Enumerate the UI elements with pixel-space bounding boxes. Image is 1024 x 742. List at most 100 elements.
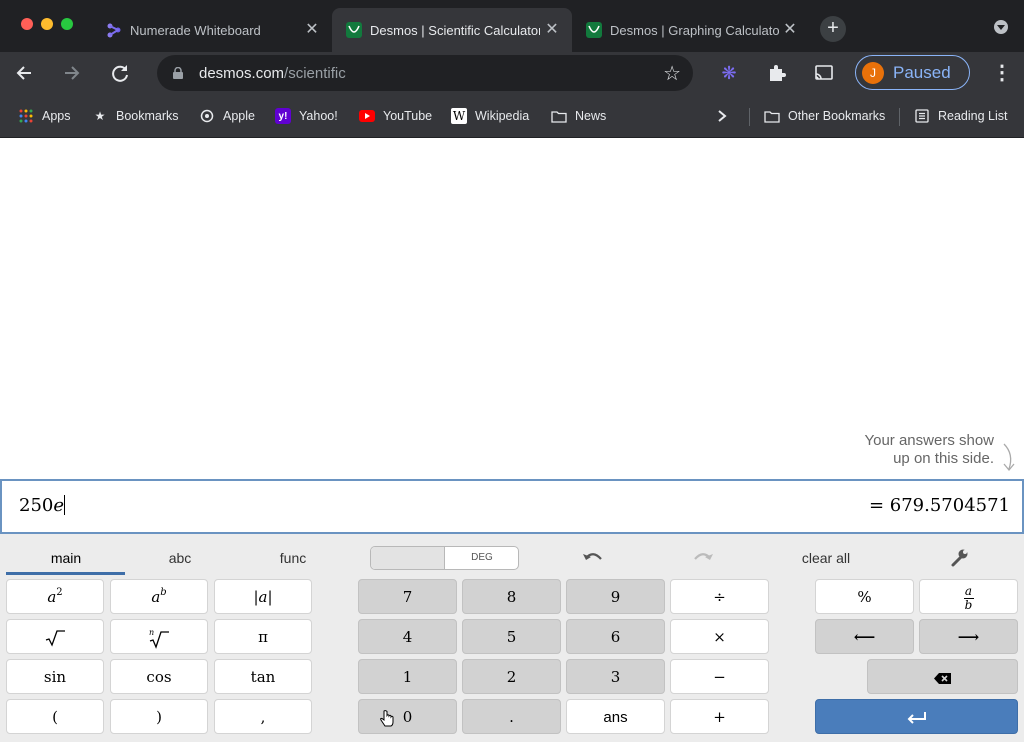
- backspace-key[interactable]: [867, 659, 1018, 694]
- new-tab-button[interactable]: +: [820, 16, 846, 42]
- cast-icon[interactable]: [811, 60, 837, 86]
- left-paren-key[interactable]: (: [6, 699, 104, 734]
- digit-7-key[interactable]: 7: [358, 579, 457, 614]
- cursor-right-key[interactable]: ⟶: [919, 619, 1018, 654]
- fraction-icon: ab: [963, 585, 974, 611]
- bookmark-star-icon[interactable]: ☆: [663, 61, 681, 86]
- extension-icon[interactable]: ❋: [716, 60, 742, 86]
- clear-all-button[interactable]: clear all: [790, 550, 862, 566]
- browser-tab-strip: Numerade Whiteboard ✕ Desmos | Scientifi…: [0, 0, 1024, 52]
- sin-key[interactable]: sin: [6, 659, 104, 694]
- right-paren-key[interactable]: ): [110, 699, 208, 734]
- settings-wrench-icon[interactable]: [947, 548, 973, 568]
- pi-key[interactable]: π: [214, 619, 312, 654]
- tab-numerade-whiteboard[interactable]: Numerade Whiteboard ✕: [92, 8, 332, 52]
- decimal-key[interactable]: .: [462, 699, 561, 734]
- bookmark-youtube[interactable]: YouTube: [359, 106, 432, 126]
- close-tab-icon[interactable]: ✕: [780, 20, 800, 40]
- zoom-window-button[interactable]: [61, 18, 73, 30]
- bookmark-label: Other Bookmarks: [788, 109, 886, 123]
- cursor-left-key[interactable]: ⟵: [815, 619, 914, 654]
- angle-mode-toggle[interactable]: DEG: [370, 546, 519, 570]
- bookmark-label: Apple: [223, 109, 255, 123]
- reading-list-button[interactable]: Reading List: [914, 106, 1008, 126]
- minus-key[interactable]: −: [670, 659, 769, 694]
- globe-icon: [199, 108, 215, 124]
- digit-8-key[interactable]: 8: [462, 579, 561, 614]
- rad-option[interactable]: [371, 547, 445, 569]
- bookmark-other-bookmarks[interactable]: Other Bookmarks: [764, 106, 885, 126]
- url-host: desmos.com: [199, 65, 285, 82]
- tab-main[interactable]: main: [6, 550, 126, 566]
- digit-5-key[interactable]: 5: [462, 619, 561, 654]
- youtube-icon: [359, 108, 375, 124]
- folder-icon: [764, 108, 780, 124]
- back-arrow-icon[interactable]: [9, 58, 39, 88]
- bookmark-label: Reading List: [938, 109, 1008, 123]
- digit-4-key[interactable]: 4: [358, 619, 457, 654]
- digit-6-key[interactable]: 6: [566, 619, 665, 654]
- digit-0-key[interactable]: 0: [358, 699, 457, 734]
- bookmark-label: News: [575, 109, 607, 123]
- desmos-scientific-page: Your answers show up on this side. 250e …: [0, 138, 1024, 742]
- hint-arrow-icon: [1003, 443, 1015, 472]
- digit-3-key[interactable]: 3: [566, 659, 665, 694]
- expression-input[interactable]: 250e = 679.5704571: [0, 479, 1024, 534]
- tab-search-icon[interactable]: [994, 20, 1008, 34]
- tab-desmos-graphing[interactable]: Desmos | Graphing Calculator ✕: [572, 8, 810, 52]
- ans-key[interactable]: ans: [566, 699, 665, 734]
- bookmark-wikipedia[interactable]: W Wikipedia: [451, 106, 529, 126]
- url-text: desmos.com/scientific: [199, 65, 346, 82]
- close-tab-icon[interactable]: ✕: [542, 20, 562, 40]
- forward-arrow-icon[interactable]: [57, 58, 87, 88]
- bookmark-yahoo[interactable]: y! Yahoo!: [275, 106, 338, 126]
- plus-key[interactable]: +: [670, 699, 769, 734]
- bookmark-bookmarks[interactable]: ★ Bookmarks: [92, 106, 179, 126]
- profile-button[interactable]: J Paused: [855, 55, 970, 90]
- hint-line: up on this side.: [893, 450, 994, 467]
- bookmarks-overflow-chevron-icon[interactable]: [716, 106, 728, 126]
- digit-2-key[interactable]: 2: [462, 659, 561, 694]
- tan-key[interactable]: tan: [214, 659, 312, 694]
- close-tab-icon[interactable]: ✕: [302, 20, 322, 40]
- abs-key[interactable]: |a|: [214, 579, 312, 614]
- sqrt-key[interactable]: [6, 619, 104, 654]
- multiply-key[interactable]: ×: [670, 619, 769, 654]
- square-key[interactable]: a2: [6, 579, 104, 614]
- undo-icon[interactable]: [580, 548, 606, 568]
- bookmark-news[interactable]: News: [551, 106, 606, 126]
- cos-key[interactable]: cos: [110, 659, 208, 694]
- enter-key[interactable]: [815, 699, 1018, 734]
- power-key[interactable]: ab: [110, 579, 208, 614]
- numerade-icon: [106, 22, 122, 38]
- avatar: J: [862, 61, 884, 84]
- apps-grid-icon: [18, 108, 34, 124]
- more-menu-icon[interactable]: ⋮: [992, 62, 1012, 84]
- browser-toolbar: desmos.com/scientific ☆ ❋ J Paused ⋮: [0, 52, 1024, 94]
- address-bar[interactable]: desmos.com/scientific ☆: [157, 55, 693, 91]
- answers-hint: Your answers show up on this side.: [864, 432, 994, 468]
- redo-icon[interactable]: [690, 548, 716, 568]
- tab-desmos-scientific[interactable]: Desmos | Scientific Calculator ✕: [332, 8, 572, 52]
- divide-key[interactable]: ÷: [670, 579, 769, 614]
- tab-abc[interactable]: abc: [120, 550, 240, 566]
- bookmark-label: YouTube: [383, 109, 433, 123]
- minimize-window-button[interactable]: [41, 18, 53, 30]
- digit-1-key[interactable]: 1: [358, 659, 457, 694]
- close-window-button[interactable]: [21, 18, 33, 30]
- fraction-key[interactable]: ab: [919, 579, 1018, 614]
- result-value: = 679.5704571: [868, 495, 1010, 516]
- reload-icon[interactable]: [105, 58, 135, 88]
- tab-title: Numerade Whiteboard: [130, 22, 261, 38]
- percent-key[interactable]: %: [815, 579, 914, 614]
- extensions-puzzle-icon[interactable]: [764, 60, 790, 86]
- nth-root-key[interactable]: n: [110, 619, 208, 654]
- tab-func[interactable]: func: [233, 550, 353, 566]
- hand-pointer-cursor-icon: [380, 710, 394, 727]
- digit-9-key[interactable]: 9: [566, 579, 665, 614]
- bookmark-apps[interactable]: Apps: [18, 106, 71, 126]
- comma-key[interactable]: ,: [214, 699, 312, 734]
- bookmark-apple[interactable]: Apple: [199, 106, 255, 126]
- deg-option[interactable]: DEG: [445, 547, 518, 569]
- expression-text: 250e: [19, 495, 66, 516]
